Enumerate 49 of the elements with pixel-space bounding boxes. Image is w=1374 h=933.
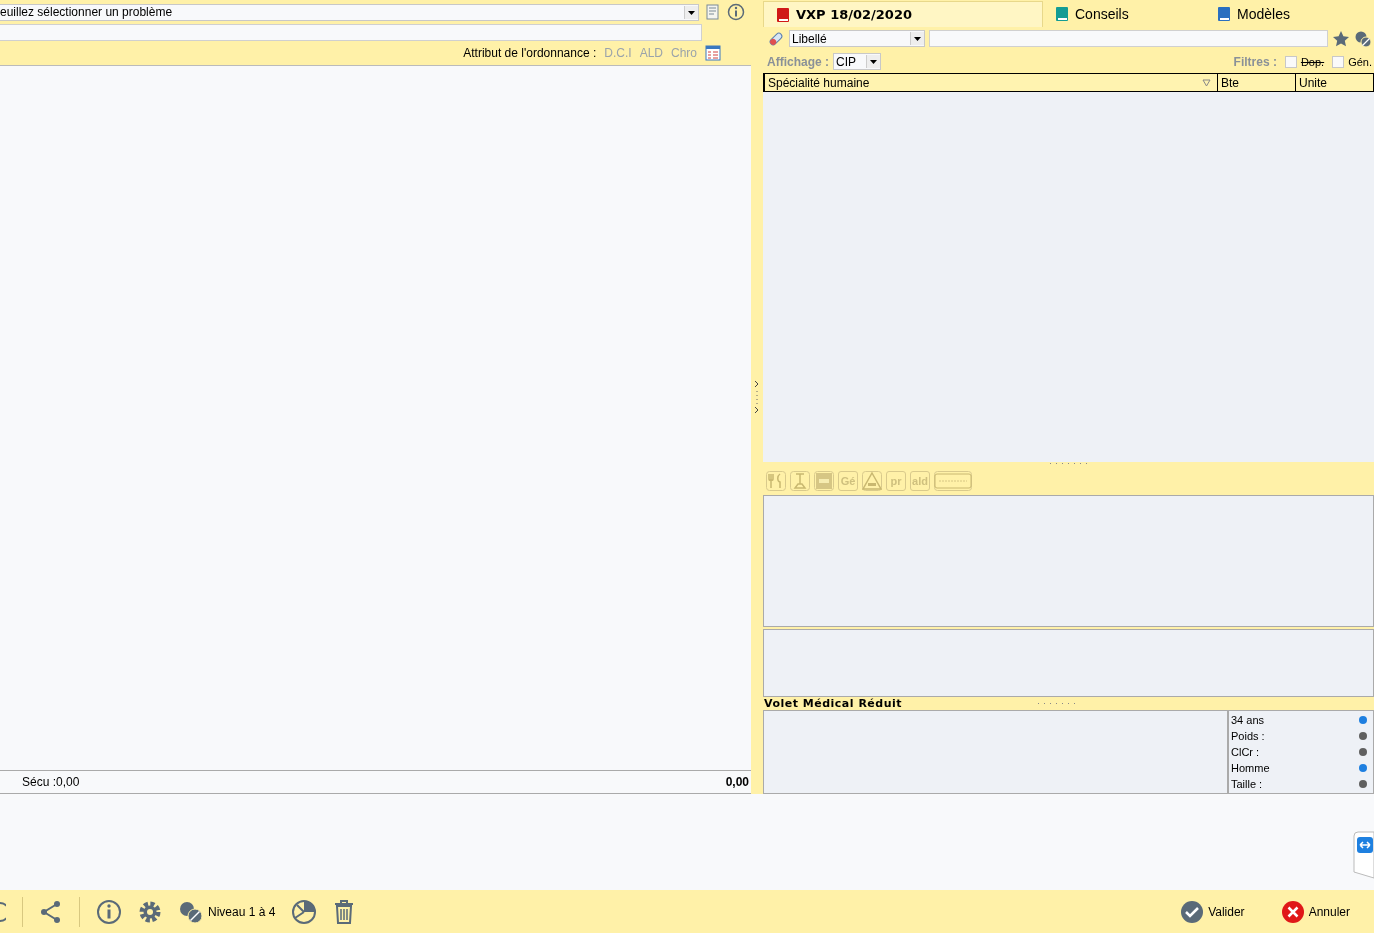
- trash-icon[interactable]: [333, 898, 356, 925]
- filter-label: Dop.: [1300, 55, 1325, 68]
- pills-icon[interactable]: [1354, 29, 1372, 48]
- check-icon: [1180, 899, 1205, 924]
- cancel-button[interactable]: Annuler: [1280, 899, 1350, 924]
- problem-dropdown[interactable]: euillez sélectionner un problème: [0, 3, 699, 21]
- patient-info: ClCr :: [1231, 746, 1260, 758]
- level-button[interactable]: Niveau 1 à 4: [178, 899, 276, 924]
- resize-grip-icon[interactable]: [1048, 462, 1089, 465]
- tab[interactable]: VXP 18/02/2020: [763, 1, 1043, 27]
- column-header[interactable]: Bte: [1217, 74, 1295, 91]
- column-header[interactable]: Unite: [1295, 74, 1373, 91]
- caret-icon: [910, 32, 924, 45]
- search-mode-dropdown[interactable]: Libellé: [789, 30, 925, 47]
- display-dropdown[interactable]: CIP: [833, 53, 881, 70]
- checkbox[interactable]: [1332, 55, 1345, 68]
- pie-chart-icon[interactable]: [291, 898, 318, 925]
- patient-info: Taille :: [1231, 778, 1263, 790]
- patient-info: Poids :: [1231, 730, 1265, 742]
- patient-info: Homme: [1231, 762, 1270, 774]
- tab[interactable]: Modèles: [1205, 1, 1374, 27]
- pills-icon: [178, 899, 204, 924]
- document-icon[interactable]: [705, 4, 721, 20]
- star-icon[interactable]: [1332, 29, 1350, 48]
- remote-support-icon[interactable]: [1352, 831, 1374, 879]
- tab[interactable]: Conseils: [1043, 1, 1205, 27]
- section-title: Volet Médical Réduit: [763, 697, 903, 710]
- column-header[interactable]: Spécialité humaine: [765, 74, 1217, 91]
- list-icon[interactable]: [705, 45, 721, 61]
- text-field[interactable]: [0, 24, 702, 41]
- secu-amount: Sécu :0,00: [22, 775, 80, 789]
- caret-icon: [684, 5, 698, 19]
- checkbox[interactable]: [1284, 55, 1297, 68]
- splitter-handle-icon[interactable]: [753, 380, 761, 414]
- share-icon[interactable]: [39, 899, 63, 924]
- total-amount: 0,00: [725, 775, 749, 789]
- search-field[interactable]: [929, 30, 1328, 47]
- info-icon[interactable]: [96, 898, 122, 925]
- settings-icon[interactable]: [138, 899, 162, 924]
- attribute-label: Attribut de l'ordonnance :: [463, 46, 597, 60]
- caret-icon: [866, 55, 880, 68]
- info-icon[interactable]: [727, 3, 745, 21]
- filters-label: Filtres :: [1233, 54, 1277, 69]
- validate-button[interactable]: Valider: [1180, 899, 1245, 924]
- filter-icon[interactable]: [1202, 78, 1211, 87]
- close-icon: [1280, 899, 1305, 924]
- filter-label: Gén.: [1348, 55, 1372, 68]
- display-label: Affichage :: [767, 54, 829, 69]
- patient-info: 34 ans: [1231, 714, 1265, 726]
